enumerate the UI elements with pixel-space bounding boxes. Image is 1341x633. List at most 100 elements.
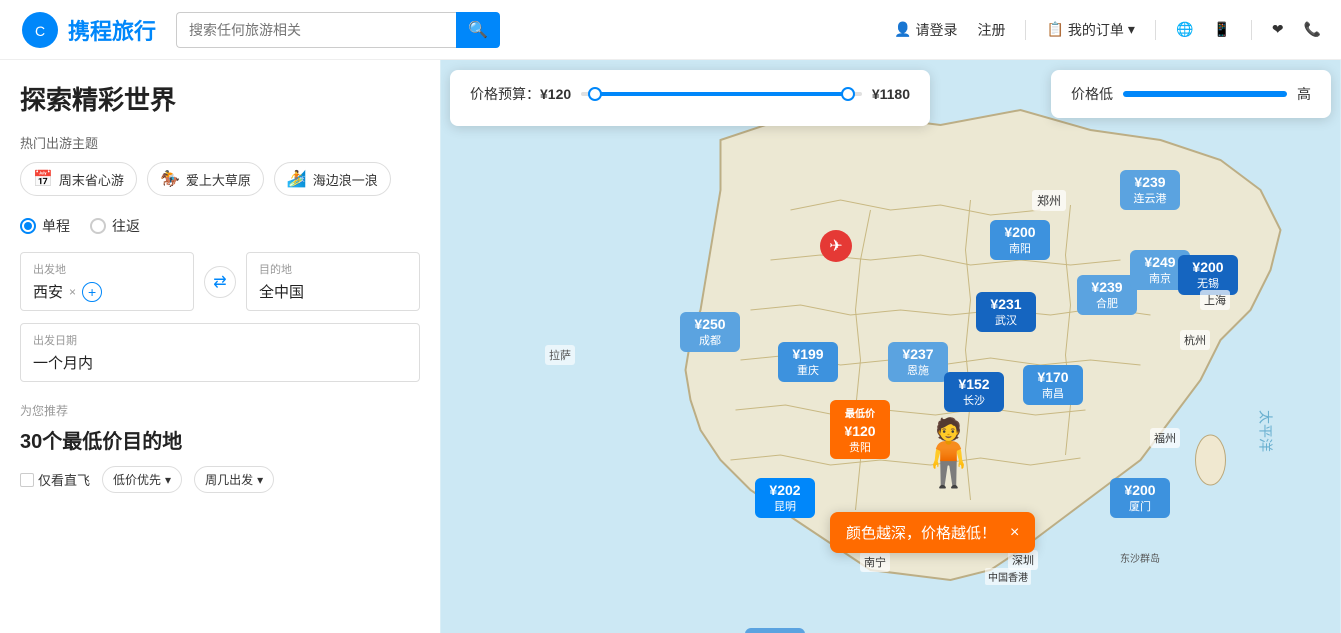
sort-bar[interactable] — [1123, 91, 1287, 97]
tooltip-text: 颜色越深，价格越低！ — [846, 522, 996, 543]
price-min-value: ¥120 — [540, 86, 571, 102]
zhengzhou-label: 郑州 — [1032, 190, 1066, 211]
to-label: 目的地 — [259, 261, 407, 277]
from-value: 西安 × + — [33, 281, 181, 302]
price-max-value: ¥1180 — [872, 86, 910, 102]
lhasa-label: 拉萨 — [545, 345, 575, 365]
date-field[interactable]: 出发日期 一个月内 — [20, 323, 420, 382]
marker-nanchang[interactable]: ¥170 南昌 — [1023, 365, 1083, 405]
nanyang-price: ¥200 — [998, 224, 1042, 240]
beach-icon: 🏄 — [287, 169, 307, 189]
date-value: 一个月内 — [33, 352, 407, 373]
price-filter-label: 价格预算： — [470, 84, 540, 104]
price-slider-fill — [595, 92, 848, 96]
sort-filter-panel: 价格低 高 — [1051, 70, 1331, 118]
marker-nanyang[interactable]: ¥200 南阳 — [990, 220, 1050, 260]
logo-icon: C — [20, 10, 60, 50]
marker-chongqing[interactable]: ¥199 重庆 — [778, 342, 838, 382]
hefei-price: ¥239 — [1085, 279, 1129, 295]
nav-divider-3 — [1251, 20, 1252, 40]
kunming-price: ¥202 — [763, 482, 807, 498]
nav-divider-1 — [1025, 20, 1026, 40]
nav-orders[interactable]: 📋 我的订单 ▾ — [1046, 20, 1134, 40]
sort-day-button[interactable]: 周几出发 ▾ — [194, 466, 274, 493]
marker-lianyungang[interactable]: ¥239 连云港 — [1120, 170, 1180, 210]
wuxi-city: 无锡 — [1186, 275, 1230, 291]
shenzhen-label: 深圳 — [1008, 550, 1038, 570]
nanchang-city: 南昌 — [1031, 385, 1075, 401]
round-trip-option[interactable]: 往返 — [90, 216, 140, 236]
sort-high-label: 高 — [1297, 84, 1311, 104]
enshi-city: 恩施 — [896, 362, 940, 378]
heart-icon: ❤ — [1272, 21, 1284, 38]
nav-globe[interactable]: 🌐 — [1176, 21, 1193, 38]
swap-button[interactable]: ⇄ — [204, 266, 236, 298]
from-clear-button[interactable]: × — [69, 285, 76, 299]
marker-kunming[interactable]: ¥202 昆明 — [755, 478, 815, 518]
search-icon: 🔍 — [468, 20, 488, 40]
sort-low-label: 价格低 — [1071, 84, 1113, 104]
marker-wuhan[interactable]: ¥231 武汉 — [976, 292, 1036, 332]
theme-label: 热门出游主题 — [20, 133, 420, 152]
marker-guiyang[interactable]: 最低价 ¥120 贵阳 — [830, 400, 890, 459]
direct-flight-checkbox[interactable]: 仅看直飞 — [20, 470, 90, 489]
logo[interactable]: C 携程旅行 — [20, 10, 156, 50]
round-trip-radio[interactable] — [90, 218, 106, 234]
order-icon: 📋 — [1046, 21, 1063, 38]
theme-tag-grassland[interactable]: 🏇 爱上大草原 — [147, 162, 264, 196]
marker-chengdu[interactable]: ¥250 成都 — [680, 312, 740, 352]
hk-label: 中国香港 — [985, 568, 1031, 585]
direct-flight-checkbox-box[interactable] — [20, 473, 34, 487]
svg-text:C: C — [35, 23, 45, 39]
search-button[interactable]: 🔍 — [456, 12, 500, 48]
grassland-icon: 🏇 — [160, 169, 180, 189]
svg-text:太平洋: 太平洋 — [1258, 410, 1274, 452]
price-slider-right-thumb[interactable] — [841, 87, 855, 101]
xiamen-city: 厦门 — [1118, 498, 1162, 514]
marker-changsha[interactable]: ¥152 长沙 — [944, 372, 1004, 412]
to-field[interactable]: 目的地 全中国 — [246, 252, 420, 311]
single-trip-option[interactable]: 单程 — [20, 216, 70, 236]
marker-yunnan[interactable]: ¥244 云南 — [745, 628, 805, 633]
headset-icon: 📞 — [1304, 21, 1321, 38]
main-content: 探索精彩世界 热门出游主题 📅 周末省心游 🏇 爱上大草原 🏄 海边浪一浪 单程 — [0, 60, 1341, 633]
nav-register[interactable]: 注册 — [977, 20, 1005, 40]
map-tooltip: 颜色越深，价格越低！ × — [830, 512, 1035, 553]
search-input[interactable] — [176, 12, 456, 48]
nav-phone[interactable]: 📱 — [1213, 21, 1230, 38]
changsha-price: ¥152 — [952, 376, 996, 392]
nav-login[interactable]: 👤 请登录 — [894, 20, 957, 40]
header-nav: 👤 请登录 注册 📋 我的订单 ▾ 🌐 📱 ❤ 📞 — [894, 20, 1321, 40]
tooltip-close-button[interactable]: × — [1010, 524, 1019, 542]
nav-headset[interactable]: 📞 — [1304, 21, 1321, 38]
filter-row: 仅看直飞 低价优先 ▾ 周几出发 ▾ — [20, 466, 420, 493]
from-label: 出发地 — [33, 261, 181, 277]
from-to-row: 出发地 西安 × + ⇄ 目的地 全中国 — [20, 252, 420, 311]
character-illustration: 🧍 — [908, 415, 989, 491]
nanjing-city: 南京 — [1138, 270, 1182, 286]
from-add-button[interactable]: + — [82, 282, 102, 302]
marker-xiamen[interactable]: ¥200 厦门 — [1110, 478, 1170, 518]
globe-icon: 🌐 — [1176, 21, 1193, 38]
from-field[interactable]: 出发地 西安 × + — [20, 252, 194, 311]
nanyang-city: 南阳 — [998, 240, 1042, 256]
marker-hefei[interactable]: ¥239 合肥 — [1077, 275, 1137, 315]
price-slider-left-thumb[interactable] — [588, 87, 602, 101]
theme-tag-weekend[interactable]: 📅 周末省心游 — [20, 162, 137, 196]
map-area[interactable]: 太平洋 价格预算： ¥120 ¥1180 价格低 — [440, 60, 1341, 633]
single-trip-radio[interactable] — [20, 218, 36, 234]
changsha-city: 长沙 — [952, 392, 996, 408]
marker-enshi[interactable]: ¥237 恩施 — [888, 342, 948, 382]
wuhan-price: ¥231 — [984, 296, 1028, 312]
marker-wuxi[interactable]: ¥200 无锡 — [1178, 255, 1238, 295]
enshi-price: ¥237 — [896, 346, 940, 362]
explore-title: 探索精彩世界 — [20, 80, 420, 117]
kunming-city: 昆明 — [763, 498, 807, 514]
price-slider-track[interactable] — [581, 92, 862, 96]
wuhan-city: 武汉 — [984, 312, 1028, 328]
user-icon: 👤 — [894, 21, 911, 38]
lianyungang-price: ¥239 — [1128, 174, 1172, 190]
sort-price-button[interactable]: 低价优先 ▾ — [102, 466, 182, 493]
nav-heart[interactable]: ❤ — [1272, 21, 1284, 38]
theme-tag-beach[interactable]: 🏄 海边浪一浪 — [274, 162, 391, 196]
